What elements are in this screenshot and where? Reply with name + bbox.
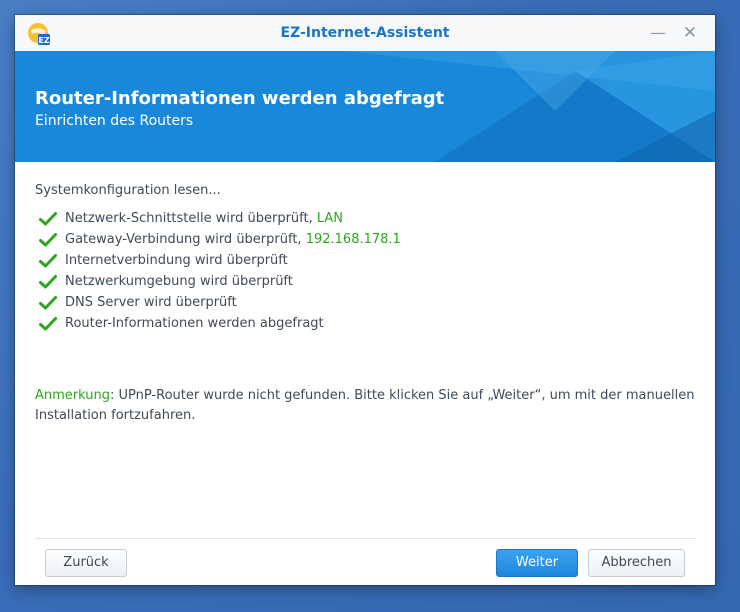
- back-button[interactable]: Zurück: [45, 549, 127, 577]
- checkmark-icon: [39, 233, 57, 247]
- footer-divider: [35, 538, 695, 539]
- window-title: EZ-Internet-Assistent: [280, 25, 450, 41]
- page-subtitle: Einrichten des Routers: [35, 113, 194, 129]
- minimize-button[interactable]: —: [649, 24, 667, 42]
- title-bar[interactable]: EZ EZ-Internet-Assistent — ✕: [15, 15, 715, 52]
- page-title: Router-Informationen werden abgefragt: [35, 88, 445, 109]
- check-value: 192.168.178.1: [305, 232, 401, 247]
- check-value: LAN: [316, 211, 344, 226]
- header-banner: Router-Informationen werden abgefragt Ei…: [15, 51, 715, 162]
- checkmark-icon: [39, 317, 57, 331]
- check-label: Internetverbindung wird überprüft: [65, 253, 288, 268]
- note-text: Anmerkung: UPnP-Router wurde nicht gefun…: [35, 386, 695, 426]
- close-button[interactable]: ✕: [681, 24, 699, 42]
- checkmark-icon: [39, 254, 57, 268]
- cancel-button[interactable]: Abbrechen: [588, 549, 685, 577]
- next-button[interactable]: Weiter: [496, 549, 578, 577]
- check-label: Router-Informationen werden abgefragt: [65, 316, 324, 331]
- check-label: Gateway-Verbindung wird überprüft,: [65, 232, 306, 247]
- check-label: Netzwerkumgebung wird überprüft: [65, 274, 293, 289]
- note-body: : UPnP-Router wurde nicht gefunden. Bitt…: [35, 388, 695, 423]
- check-label: DNS Server wird überprüft: [65, 295, 237, 310]
- note-label: Anmerkung: [35, 388, 110, 403]
- wizard-window: EZ EZ-Internet-Assistent — ✕ Router-Info…: [15, 15, 715, 585]
- check-label: Netzwerk-Schnittstelle wird überprüft,: [65, 211, 317, 226]
- checkmark-icon: [39, 296, 57, 310]
- checkmark-icon: [39, 275, 57, 289]
- status-text: Systemkonfiguration lesen...: [35, 183, 221, 198]
- checkmark-icon: [39, 212, 57, 226]
